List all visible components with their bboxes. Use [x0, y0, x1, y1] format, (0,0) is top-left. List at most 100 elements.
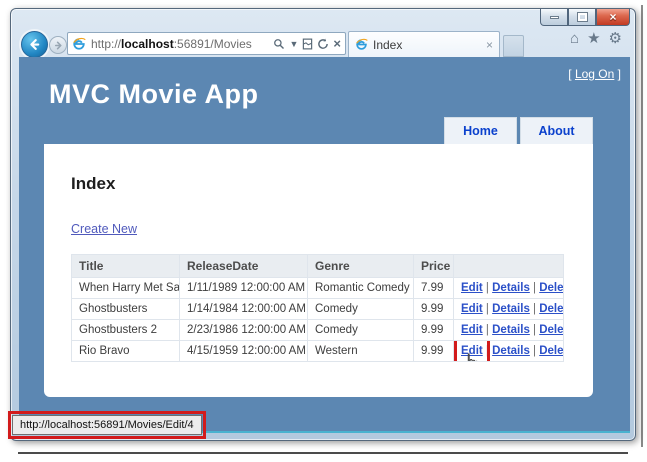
search-dropdown-icon[interactable]: ▼ [289, 39, 298, 49]
favorites-star-icon[interactable]: ★ [587, 31, 600, 46]
cell-title: Ghostbusters [72, 299, 180, 320]
restore-icon [578, 13, 587, 21]
main-menu: Home About [444, 117, 593, 144]
app-title: MVC Movie App [49, 79, 259, 110]
action-separator: | [483, 282, 492, 294]
browser-toolbar-icons: ⌂ ★ ⚙ [570, 31, 622, 46]
page-heading: Index [71, 174, 115, 194]
document-edge-line [641, 5, 643, 447]
cell-price: 9.99 [414, 320, 454, 341]
cell-title: Ghostbusters 2 [72, 320, 180, 341]
cell-genre: Western [308, 341, 414, 362]
navigation-bar: http://localhost:56891/Movies ▼ × Index … [11, 29, 635, 57]
action-separator: | [530, 282, 539, 294]
cell-actions: Edit | Details | Delete [454, 278, 564, 299]
tab-index[interactable]: Index × [348, 31, 500, 57]
settings-gear-icon[interactable]: ⚙ [609, 31, 622, 46]
new-tab-button[interactable] [503, 35, 524, 57]
close-icon: × [609, 11, 616, 23]
screenshot-root: × http://localhost:56891/Movies ▼ [0, 0, 647, 462]
cell-genre: Comedy [308, 320, 414, 341]
url-text: http://localhost:56891/Movies [91, 37, 273, 51]
ie-logo-icon [355, 38, 368, 51]
column-header: ReleaseDate [180, 255, 308, 278]
delete-link[interactable]: Delete [539, 324, 563, 336]
minimize-button[interactable] [540, 9, 568, 26]
cell-release-date: 1/11/1989 12:00:00 AM [180, 278, 308, 299]
compatibility-view-icon[interactable] [302, 38, 313, 50]
tab-close-icon[interactable]: × [486, 39, 493, 51]
table-row: Rio Bravo4/15/1959 12:00:00 AMWestern9.9… [72, 341, 564, 362]
log-on-bracket: [ [568, 67, 575, 81]
details-link[interactable]: Details [492, 324, 530, 336]
address-bar[interactable]: http://localhost:56891/Movies ▼ × [67, 32, 346, 55]
window-controls: × [540, 9, 630, 26]
delete-link[interactable]: Delete [539, 345, 563, 357]
details-link[interactable]: Details [492, 303, 530, 315]
table-row: Ghostbusters 22/23/1986 12:00:00 AMComed… [72, 320, 564, 341]
table-row: When Harry Met Sally1/11/1989 12:00:00 A… [72, 278, 564, 299]
cell-price: 7.99 [414, 278, 454, 299]
refresh-icon[interactable] [317, 38, 329, 50]
table-header-row: TitleReleaseDateGenrePrice [72, 255, 564, 278]
cell-release-date: 1/14/1984 12:00:00 AM [180, 299, 308, 320]
document-rule-line [18, 452, 628, 454]
forward-button[interactable] [49, 36, 67, 54]
back-arrow-icon [27, 37, 42, 52]
cell-release-date: 2/23/1986 12:00:00 AM [180, 320, 308, 341]
search-icon[interactable] [273, 38, 285, 50]
annotation-red-box-status: http://localhost:56891/Movies/Edit/4 [8, 411, 206, 439]
column-header: Price [414, 255, 454, 278]
cell-price: 9.99 [414, 341, 454, 362]
cell-actions: Edit | Details | Delete [454, 320, 564, 341]
edit-link[interactable]: Edit [461, 345, 483, 357]
restore-button[interactable] [568, 9, 596, 26]
tab-title: Index [373, 38, 486, 52]
status-url-tooltip: http://localhost:56891/Movies/Edit/4 [12, 415, 202, 435]
cell-genre: Comedy [308, 299, 414, 320]
column-header [454, 255, 564, 278]
menu-tab-about[interactable]: About [520, 117, 593, 144]
ie-logo-icon [72, 37, 86, 51]
log-on-area: [ Log On ] [568, 67, 621, 81]
close-button[interactable]: × [596, 9, 630, 26]
action-separator: | [530, 345, 539, 357]
column-header: Genre [308, 255, 414, 278]
action-separator: | [483, 345, 492, 357]
address-bar-icons: ▼ × [273, 37, 341, 50]
edit-link[interactable]: Edit [461, 303, 483, 315]
cell-actions: Edit | Details | Delete [454, 341, 564, 362]
cell-actions: Edit | Details | Delete [454, 299, 564, 320]
movies-tbody: When Harry Met Sally1/11/1989 12:00:00 A… [72, 278, 564, 362]
log-on-link[interactable]: Log On [575, 67, 614, 81]
content-panel: Index Create New TitleReleaseDateGenrePr… [44, 144, 593, 397]
action-separator: | [483, 303, 492, 315]
table-row: Ghostbusters1/14/1984 12:00:00 AMComedy9… [72, 299, 564, 320]
browser-window: × http://localhost:56891/Movies ▼ [10, 8, 636, 441]
details-link[interactable]: Details [492, 282, 530, 294]
cell-title: Rio Bravo [72, 341, 180, 362]
forward-arrow-icon [53, 40, 64, 51]
delete-link[interactable]: Delete [539, 303, 563, 315]
details-link[interactable]: Details [492, 345, 530, 357]
log-on-bracket: ] [614, 67, 621, 81]
action-separator: | [530, 303, 539, 315]
back-button[interactable] [21, 31, 48, 58]
cell-title: When Harry Met Sally [72, 278, 180, 299]
create-new-link[interactable]: Create New [71, 222, 137, 236]
cell-genre: Romantic Comedy [308, 278, 414, 299]
edit-link[interactable]: Edit [461, 282, 483, 294]
movies-table: TitleReleaseDateGenrePrice When Harry Me… [71, 254, 564, 362]
minimize-icon [550, 16, 559, 19]
home-icon[interactable]: ⌂ [570, 31, 579, 46]
action-separator: | [530, 324, 539, 336]
column-header: Title [72, 255, 180, 278]
hand-cursor-icon [463, 353, 479, 362]
cell-release-date: 4/15/1959 12:00:00 AM [180, 341, 308, 362]
page-body: [ Log On ] MVC Movie App Home About Inde… [19, 57, 630, 433]
stop-icon[interactable]: × [333, 37, 341, 50]
edit-link[interactable]: Edit [461, 324, 483, 336]
menu-tab-home[interactable]: Home [444, 117, 517, 144]
action-separator: | [483, 324, 492, 336]
delete-link[interactable]: Delete [539, 282, 563, 294]
